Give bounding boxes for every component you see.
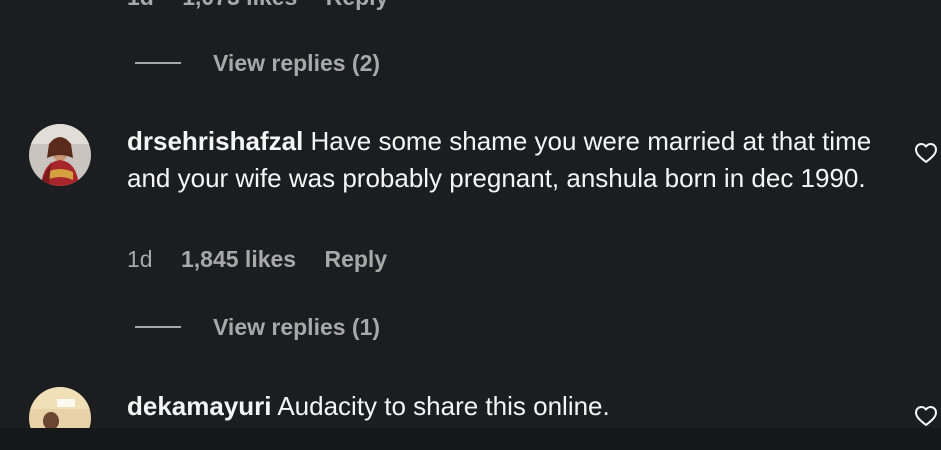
reply-button[interactable]: Reply: [324, 246, 387, 272]
avatar-image: [29, 124, 91, 186]
view-replies-button[interactable]: View replies (1): [135, 312, 380, 342]
comment-username[interactable]: drsehrishafzal: [127, 126, 303, 156]
comment-body: dekamayuri Audacity to share this online…: [127, 388, 887, 425]
comment-time: 1d: [127, 246, 153, 272]
comment-meta: 1d 1,845 likes Reply: [127, 246, 387, 273]
like-heart-icon[interactable]: [914, 141, 938, 165]
previous-comment-time: 1d: [127, 0, 154, 10]
comment-username[interactable]: dekamayuri: [127, 391, 272, 421]
view-replies-label: View replies (1): [213, 313, 381, 340]
comment-body: drsehrishafzal Have some shame you were …: [127, 123, 887, 197]
view-replies-label: View replies (2): [213, 49, 381, 76]
view-replies-divider: [135, 62, 181, 64]
bottom-edge: [0, 428, 941, 450]
avatar[interactable]: [29, 124, 91, 186]
previous-comment-meta: 1d 1,073 likes Reply: [127, 0, 410, 11]
previous-comment-likes[interactable]: 1,073 likes: [182, 0, 297, 10]
view-replies-divider: [135, 326, 181, 328]
view-replies-button[interactable]: View replies (2): [135, 48, 380, 78]
previous-comment-reply-button[interactable]: Reply: [326, 0, 389, 10]
comment-content: Audacity to share this online.: [271, 391, 610, 421]
comment-likes[interactable]: 1,845 likes: [181, 246, 296, 272]
like-heart-icon[interactable]: [914, 404, 938, 428]
comments-panel: 1d 1,073 likes Reply View replies (2) dr…: [0, 0, 941, 450]
